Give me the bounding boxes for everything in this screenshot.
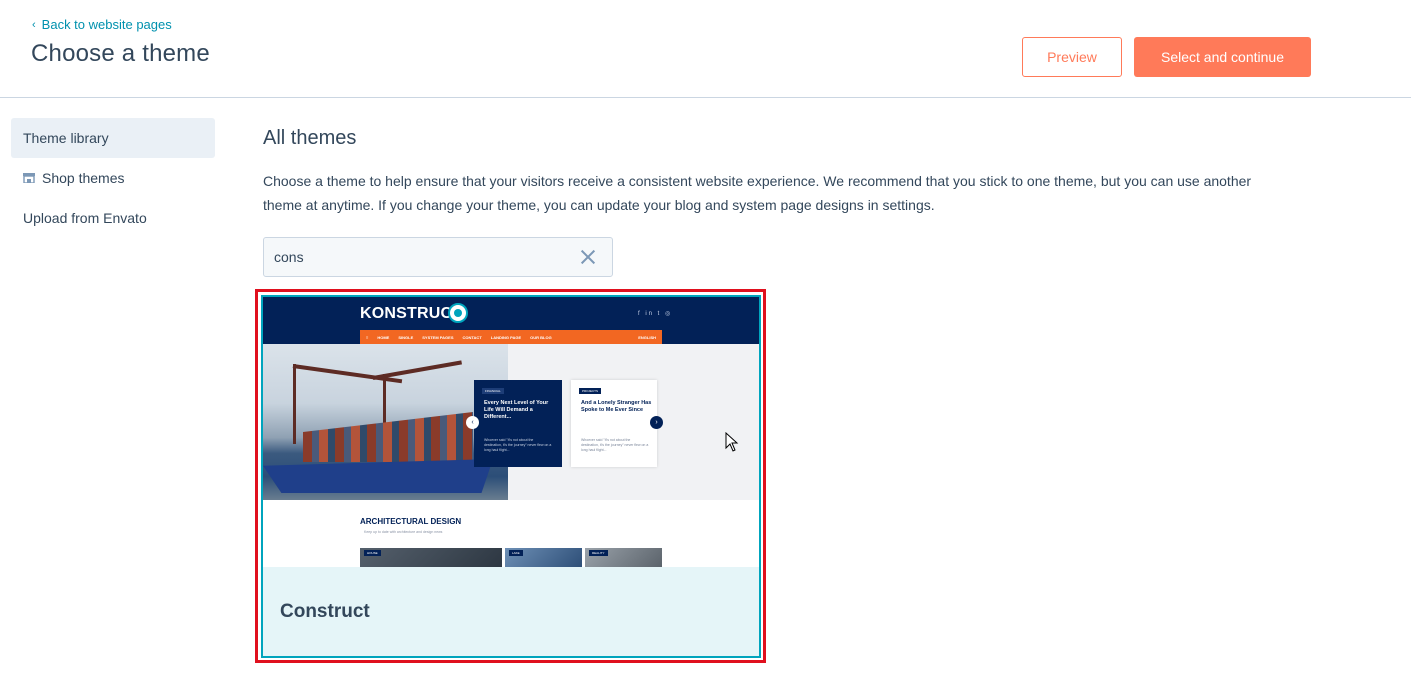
back-link[interactable]: ‹ Back to website pages <box>32 17 172 32</box>
preview-post-title: Every Next Level of Your Life Will Deman… <box>484 400 549 420</box>
sidebar-item-theme-library[interactable]: Theme library <box>11 118 215 158</box>
preview-section-title: ARCHITECTURAL DESIGN <box>360 517 462 526</box>
preview-tiles: HOUSE LAKE REALITY <box>360 548 662 567</box>
preview-tile: LAKE <box>505 548 582 567</box>
chevron-left-icon: ‹ <box>32 18 36 31</box>
theme-card[interactable]: KONSTRUCT f in t ◎ ≡ HOME SINGLE SYSTEM … <box>261 295 761 658</box>
chevron-right-icon: › <box>650 416 663 429</box>
preview-nav-item: SINGLE <box>398 334 414 340</box>
back-link-label: Back to website pages <box>41 17 172 32</box>
preview-tile-tag: LAKE <box>509 550 523 556</box>
section-description: Choose a theme to help ensure that your … <box>263 173 1252 213</box>
preview-button[interactable]: Preview <box>1022 37 1122 77</box>
mouse-cursor-icon <box>725 432 739 452</box>
preview-post-text: Whoever said "It's not about the destina… <box>581 438 649 452</box>
preview-nav-item: LANDING PAGE <box>490 334 522 340</box>
preview-nav-item: HOME <box>377 334 390 340</box>
preview-brand: KONSTRUCT <box>360 305 463 322</box>
page-header: ‹ Back to website pages Choose a theme P… <box>0 0 1411 98</box>
preview-tile: HOUSE <box>360 548 502 567</box>
sidebar-item-upload-from-envato[interactable]: Upload from Envato <box>11 198 215 238</box>
preview-nav: ≡ HOME SINGLE SYSTEM PAGES CONTACT LANDI… <box>360 330 662 344</box>
preview-nav-item: CONTACT <box>462 334 482 340</box>
theme-preview-thumbnail: KONSTRUCT f in t ◎ ≡ HOME SINGLE SYSTEM … <box>263 297 759 567</box>
close-icon[interactable] <box>580 249 596 265</box>
sidebar-item-label: Upload from Envato <box>23 210 147 226</box>
sidebar: Theme library Shop themes Upload from En… <box>11 118 215 238</box>
sidebar-item-shop-themes[interactable]: Shop themes <box>11 158 215 198</box>
social-icons: f in t ◎ <box>638 311 673 317</box>
preview-tile-tag: HOUSE <box>364 550 381 556</box>
theme-name: Construct <box>280 601 370 622</box>
select-and-continue-button[interactable]: Select and continue <box>1134 37 1311 77</box>
hamburger-icon: ≡ <box>366 334 369 340</box>
preview-post-card: PROJECTS And a Lonely Stranger Has Spoke… <box>571 380 657 467</box>
preview-post-title: And a Lonely Stranger Has Spoke to Me Ev… <box>581 400 652 413</box>
preview-tile: REALITY <box>585 548 662 567</box>
preview-nav-item: OUR BLOG <box>530 334 552 340</box>
chevron-left-icon: ‹ <box>466 416 479 429</box>
search-input[interactable] <box>274 249 580 265</box>
preview-tag: FINANCIAL <box>482 388 504 394</box>
preview-post-card: FINANCIAL Every Next Level of Your Life … <box>474 380 562 467</box>
sidebar-item-label: Shop themes <box>42 170 125 186</box>
preview-nav-language: ENGLISH <box>638 334 656 340</box>
preview-section-subtitle: Keep up to date with architecture and de… <box>364 530 443 534</box>
preview-post-text: Whoever said "It's not about the destina… <box>484 438 552 452</box>
preview-nav-item: SYSTEM PAGES <box>422 334 454 340</box>
sidebar-item-label: Theme library <box>23 130 109 146</box>
store-icon <box>23 173 35 183</box>
search-box <box>263 237 613 277</box>
preview-tile-tag: REALITY <box>589 550 608 556</box>
theme-select-radio[interactable] <box>448 303 468 323</box>
preview-tag: PROJECTS <box>579 388 602 394</box>
section-title: All themes <box>263 127 357 149</box>
theme-card-footer: Construct <box>263 567 759 656</box>
page-title: Choose a theme <box>31 40 210 67</box>
